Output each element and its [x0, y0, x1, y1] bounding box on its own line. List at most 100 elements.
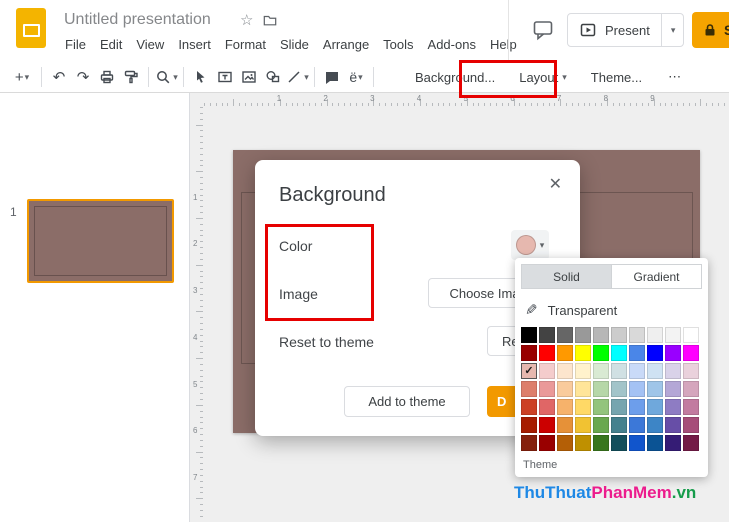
menu-file[interactable]: File — [58, 33, 93, 56]
color-swatch-9900ff[interactable] — [665, 345, 681, 361]
color-swatch-cc4125[interactable] — [521, 399, 537, 415]
slides-logo[interactable] — [16, 8, 46, 48]
color-swatch-e69138[interactable] — [557, 417, 573, 433]
new-slide-button[interactable]: + ▾ — [8, 65, 36, 89]
tab-solid[interactable]: Solid — [521, 264, 612, 289]
zoom-button[interactable]: ▾ — [154, 65, 178, 89]
color-swatch-4a86e8[interactable] — [629, 345, 645, 361]
color-swatch-f1c232[interactable] — [575, 417, 591, 433]
menu-help[interactable]: Help — [483, 33, 524, 56]
color-swatch-e06666[interactable] — [539, 399, 555, 415]
theme-button[interactable]: Theme... — [583, 65, 650, 90]
color-swatch-351c75[interactable] — [665, 435, 681, 451]
color-swatch-cfe2f3[interactable] — [647, 363, 663, 379]
color-swatch-ead1dc[interactable] — [683, 363, 699, 379]
toolbar-more-button[interactable]: ⋯ — [660, 64, 689, 90]
color-swatch-76a5af[interactable] — [611, 399, 627, 415]
color-swatch-a2c4c9[interactable] — [611, 381, 627, 397]
color-swatch-a61c00[interactable] — [521, 417, 537, 433]
color-swatch-ffd966[interactable] — [575, 399, 591, 415]
color-swatch-c9daf8[interactable] — [629, 363, 645, 379]
color-swatch-0b5394[interactable] — [647, 435, 663, 451]
color-swatch-666666[interactable] — [557, 327, 573, 343]
color-swatch-d9ead3[interactable] — [593, 363, 609, 379]
color-swatch-fff2cc[interactable] — [575, 363, 591, 379]
color-swatch-d0e0e3[interactable] — [611, 363, 627, 379]
color-swatch-d5a6bd[interactable] — [683, 381, 699, 397]
color-swatch-3c78d8[interactable] — [629, 417, 645, 433]
color-swatch-93c47d[interactable] — [593, 399, 609, 415]
color-swatch-9fc5e8[interactable] — [647, 381, 663, 397]
color-swatch-a64d79[interactable] — [683, 417, 699, 433]
layout-button[interactable]: Layout ▾ — [511, 65, 575, 90]
color-swatch-00ffff[interactable] — [611, 345, 627, 361]
color-swatch-c27ba0[interactable] — [683, 399, 699, 415]
special-character-button[interactable]: ё ▾ — [344, 65, 368, 89]
color-swatch-ff9900[interactable] — [557, 345, 573, 361]
color-swatch-6aa84f[interactable] — [593, 417, 609, 433]
color-swatch-980000[interactable] — [521, 345, 537, 361]
menu-format[interactable]: Format — [218, 33, 273, 56]
tab-gradient[interactable]: Gradient — [612, 264, 702, 289]
menu-tools[interactable]: Tools — [376, 33, 420, 56]
menu-arrange[interactable]: Arrange — [316, 33, 376, 56]
undo-button[interactable]: ↶ — [47, 65, 71, 89]
color-swatch-45818e[interactable] — [611, 417, 627, 433]
color-swatch-cccccc[interactable] — [611, 327, 627, 343]
color-swatch-ff00ff[interactable] — [683, 345, 699, 361]
insert-comment-button[interactable] — [320, 65, 344, 89]
menu-addons[interactable]: Add-ons — [421, 33, 483, 56]
slide-thumbnail[interactable] — [27, 199, 174, 283]
present-options-caret[interactable]: ▾ — [660, 14, 684, 46]
color-swatch-85200c[interactable] — [521, 435, 537, 451]
color-swatch-b45f06[interactable] — [557, 435, 573, 451]
color-swatch-a4c2f4[interactable] — [629, 381, 645, 397]
color-swatch-f6b26b[interactable] — [557, 399, 573, 415]
color-swatch-1155cc[interactable] — [629, 435, 645, 451]
insert-shape-button[interactable] — [261, 65, 285, 89]
background-color-picker-button[interactable]: ▾ — [511, 230, 549, 260]
paint-format-button[interactable] — [119, 65, 143, 89]
move-folder-icon[interactable] — [262, 13, 278, 27]
color-swatch-000000[interactable] — [521, 327, 537, 343]
color-swatch-ff0000[interactable] — [539, 345, 555, 361]
color-swatch-8e7cc3[interactable] — [665, 399, 681, 415]
share-button[interactable]: S — [692, 12, 729, 48]
color-swatch-134f5c[interactable] — [611, 435, 627, 451]
color-swatch-f9cb9c[interactable] — [557, 381, 573, 397]
background-button[interactable]: Background... — [407, 65, 503, 90]
color-swatch-6d9eeb[interactable] — [629, 399, 645, 415]
close-icon[interactable]: ✕ — [545, 172, 566, 196]
color-swatch-ffe599[interactable] — [575, 381, 591, 397]
color-swatch-dd7e6b[interactable] — [521, 381, 537, 397]
color-swatch-999999[interactable] — [575, 327, 591, 343]
color-swatch-38761d[interactable] — [593, 435, 609, 451]
color-swatch-b7b7b7[interactable] — [593, 327, 609, 343]
insert-image-button[interactable] — [237, 65, 261, 89]
add-to-theme-button[interactable]: Add to theme — [344, 386, 470, 417]
color-swatch-6fa8dc[interactable] — [647, 399, 663, 415]
color-swatch-741b47[interactable] — [683, 435, 699, 451]
color-swatch-674ea7[interactable] — [665, 417, 681, 433]
present-button[interactable]: Present ▾ — [567, 13, 685, 47]
color-swatch-d9d9d9[interactable] — [629, 327, 645, 343]
color-swatch-e6b8af[interactable]: ✓ — [521, 363, 537, 379]
select-tool-button[interactable] — [189, 65, 213, 89]
text-box-button[interactable] — [213, 65, 237, 89]
color-swatch-d9d2e9[interactable] — [665, 363, 681, 379]
document-title[interactable]: Untitled presentation — [64, 11, 211, 29]
color-swatch-00ff00[interactable] — [593, 345, 609, 361]
menu-slide[interactable]: Slide — [273, 33, 316, 56]
insert-line-button[interactable]: ▾ — [285, 65, 309, 89]
color-swatch-b4a7d6[interactable] — [665, 381, 681, 397]
color-swatch-f4cccc[interactable] — [539, 363, 555, 379]
color-swatch-bf9000[interactable] — [575, 435, 591, 451]
color-swatch-ffffff[interactable] — [683, 327, 699, 343]
menu-edit[interactable]: Edit — [93, 33, 129, 56]
color-swatch-ea9999[interactable] — [539, 381, 555, 397]
color-swatch-efefef[interactable] — [647, 327, 663, 343]
print-button[interactable] — [95, 65, 119, 89]
color-swatch-cc0000[interactable] — [539, 417, 555, 433]
color-swatch-990000[interactable] — [539, 435, 555, 451]
menu-view[interactable]: View — [129, 33, 171, 56]
